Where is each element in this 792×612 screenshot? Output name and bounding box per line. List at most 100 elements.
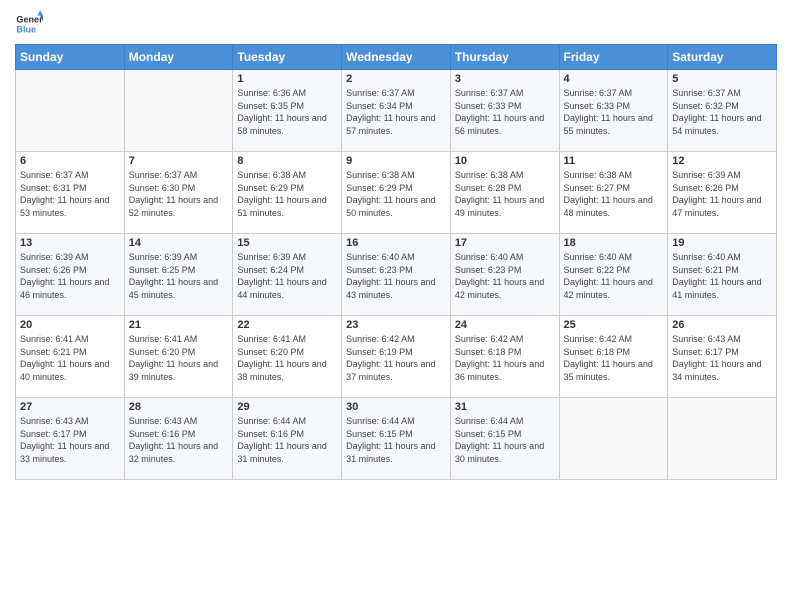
header-cell-thursday: Thursday [450,45,559,70]
day-info: Sunrise: 6:41 AMSunset: 6:21 PMDaylight:… [20,333,120,383]
day-cell: 13 Sunrise: 6:39 AMSunset: 6:26 PMDayligh… [16,234,125,316]
day-info: Sunrise: 6:40 AMSunset: 6:23 PMDaylight:… [455,251,555,301]
day-cell [16,70,125,152]
day-info: Sunrise: 6:43 AMSunset: 6:16 PMDaylight:… [129,415,229,465]
header-cell-saturday: Saturday [668,45,777,70]
day-cell: 31 Sunrise: 6:44 AMSunset: 6:15 PMDayligh… [450,398,559,480]
day-number: 13 [20,237,120,249]
day-info: Sunrise: 6:41 AMSunset: 6:20 PMDaylight:… [237,333,337,383]
day-cell: 9 Sunrise: 6:38 AMSunset: 6:29 PMDaylight… [342,152,451,234]
day-info: Sunrise: 6:37 AMSunset: 6:31 PMDaylight:… [20,169,120,219]
day-number: 1 [237,73,337,85]
day-number: 27 [20,401,120,413]
day-cell: 17Sunrise: 6:40 AMSunset: 6:23 PMDayligh… [450,234,559,316]
day-number: 28 [129,401,229,413]
day-info: Sunrise: 6:44 AMSunset: 6:16 PMDaylight:… [237,415,337,465]
day-cell: 6 Sunrise: 6:37 AMSunset: 6:31 PMDaylight… [16,152,125,234]
day-number: 24 [455,319,555,331]
day-info: Sunrise: 6:40 AMSunset: 6:21 PMDaylight:… [672,251,772,301]
day-info: Sunrise: 6:43 AMSunset: 6:17 PMDaylight:… [20,415,120,465]
day-number: 20 [20,319,120,331]
day-info: Sunrise: 6:40 AMSunset: 6:22 PMDaylight:… [564,251,664,301]
header-cell-friday: Friday [559,45,668,70]
day-info: Sunrise: 6:38 AMSunset: 6:29 PMDaylight:… [346,169,446,219]
logo: General Blue [15,10,45,38]
day-number: 14 [129,237,229,249]
day-cell: 23 Sunrise: 6:42 AMSunset: 6:19 PMDayligh… [342,316,451,398]
day-info: Sunrise: 6:37 AMSunset: 6:33 PMDaylight:… [564,87,664,137]
day-info: Sunrise: 6:39 AMSunset: 6:26 PMDaylight:… [672,169,772,219]
day-number: 11 [564,155,664,167]
day-number: 8 [237,155,337,167]
day-number: 31 [455,401,555,413]
week-row-2: 6 Sunrise: 6:37 AMSunset: 6:31 PMDaylight… [16,152,777,234]
week-row-4: 20 Sunrise: 6:41 AMSunset: 6:21 PMDayligh… [16,316,777,398]
day-number: 10 [455,155,555,167]
calendar-header: SundayMondayTuesdayWednesdayThursdayFrid… [16,45,777,70]
day-number: 30 [346,401,446,413]
day-info: Sunrise: 6:44 AMSunset: 6:15 PMDaylight:… [346,415,446,465]
page: General Blue SundayMondayTuesdayWednesda… [0,0,792,612]
svg-text:General: General [16,15,43,25]
day-cell: 2 Sunrise: 6:37 AMSunset: 6:34 PMDaylight… [342,70,451,152]
day-info: Sunrise: 6:42 AMSunset: 6:19 PMDaylight:… [346,333,446,383]
day-info: Sunrise: 6:42 AMSunset: 6:18 PMDaylight:… [455,333,555,383]
logo-icon: General Blue [15,10,43,38]
day-info: Sunrise: 6:41 AMSunset: 6:20 PMDaylight:… [129,333,229,383]
day-cell: 16Sunrise: 6:40 AMSunset: 6:23 PMDayligh… [342,234,451,316]
day-number: 19 [672,237,772,249]
header: General Blue [15,10,777,38]
day-number: 23 [346,319,446,331]
day-cell: 27 Sunrise: 6:43 AMSunset: 6:17 PMDayligh… [16,398,125,480]
week-row-1: 1 Sunrise: 6:36 AMSunset: 6:35 PMDaylight… [16,70,777,152]
day-cell: 22Sunrise: 6:41 AMSunset: 6:20 PMDayligh… [233,316,342,398]
day-number: 2 [346,73,446,85]
week-row-3: 13 Sunrise: 6:39 AMSunset: 6:26 PMDayligh… [16,234,777,316]
day-cell [124,70,233,152]
header-cell-monday: Monday [124,45,233,70]
header-cell-sunday: Sunday [16,45,125,70]
day-cell: 4 Sunrise: 6:37 AMSunset: 6:33 PMDaylight… [559,70,668,152]
day-cell: 15 Sunrise: 6:39 AMSunset: 6:24 PMDayligh… [233,234,342,316]
day-number: 9 [346,155,446,167]
day-cell: 10 Sunrise: 6:38 AMSunset: 6:28 PMDayligh… [450,152,559,234]
day-number: 25 [564,319,664,331]
day-cell: 11 Sunrise: 6:38 AMSunset: 6:27 PMDayligh… [559,152,668,234]
header-cell-wednesday: Wednesday [342,45,451,70]
day-number: 12 [672,155,772,167]
day-info: Sunrise: 6:38 AMSunset: 6:28 PMDaylight:… [455,169,555,219]
day-number: 5 [672,73,772,85]
day-cell: 5Sunrise: 6:37 AMSunset: 6:32 PMDaylight… [668,70,777,152]
day-cell: 29 Sunrise: 6:44 AMSunset: 6:16 PMDayligh… [233,398,342,480]
day-cell: 7Sunrise: 6:37 AMSunset: 6:30 PMDaylight… [124,152,233,234]
day-number: 16 [346,237,446,249]
day-info: Sunrise: 6:38 AMSunset: 6:27 PMDaylight:… [564,169,664,219]
day-info: Sunrise: 6:38 AMSunset: 6:29 PMDaylight:… [237,169,337,219]
day-info: Sunrise: 6:36 AMSunset: 6:35 PMDaylight:… [237,87,337,137]
day-number: 18 [564,237,664,249]
day-cell: 26Sunrise: 6:43 AMSunset: 6:17 PMDayligh… [668,316,777,398]
day-cell: 1 Sunrise: 6:36 AMSunset: 6:35 PMDaylight… [233,70,342,152]
day-number: 6 [20,155,120,167]
day-info: Sunrise: 6:44 AMSunset: 6:15 PMDaylight:… [455,415,555,465]
svg-text:Blue: Blue [16,24,36,34]
day-cell [559,398,668,480]
day-cell: 12 Sunrise: 6:39 AMSunset: 6:26 PMDayligh… [668,152,777,234]
day-number: 15 [237,237,337,249]
header-cell-tuesday: Tuesday [233,45,342,70]
day-cell: 8 Sunrise: 6:38 AMSunset: 6:29 PMDaylight… [233,152,342,234]
day-cell: 19 Sunrise: 6:40 AMSunset: 6:21 PMDayligh… [668,234,777,316]
day-number: 7 [129,155,229,167]
day-number: 29 [237,401,337,413]
day-info: Sunrise: 6:39 AMSunset: 6:25 PMDaylight:… [129,251,229,301]
header-row: SundayMondayTuesdayWednesdayThursdayFrid… [16,45,777,70]
calendar: SundayMondayTuesdayWednesdayThursdayFrid… [15,44,777,480]
day-number: 26 [672,319,772,331]
day-info: Sunrise: 6:39 AMSunset: 6:26 PMDaylight:… [20,251,120,301]
day-number: 4 [564,73,664,85]
week-row-5: 27 Sunrise: 6:43 AMSunset: 6:17 PMDayligh… [16,398,777,480]
day-cell: 30 Sunrise: 6:44 AMSunset: 6:15 PMDayligh… [342,398,451,480]
day-info: Sunrise: 6:37 AMSunset: 6:34 PMDaylight:… [346,87,446,137]
day-cell: 14 Sunrise: 6:39 AMSunset: 6:25 PMDayligh… [124,234,233,316]
day-info: Sunrise: 6:39 AMSunset: 6:24 PMDaylight:… [237,251,337,301]
